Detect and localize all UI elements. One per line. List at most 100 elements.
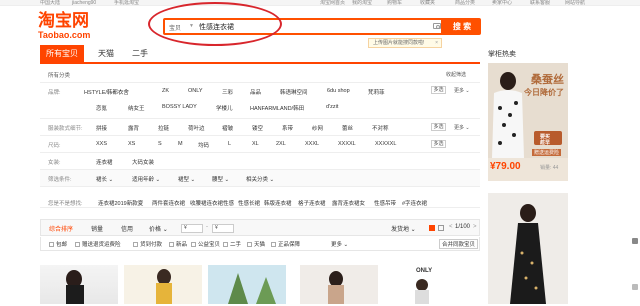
related-item[interactable]: 性感吊带 <box>374 199 396 207</box>
topnav-cart[interactable]: 购物车 <box>387 0 402 6</box>
related-item[interactable]: 连衣裙2019新款夏 <box>98 199 143 207</box>
size-option[interactable]: XXS <box>96 141 107 147</box>
tab-secondhand[interactable]: 二手 <box>128 45 152 62</box>
topnav-category[interactable]: 商品分类 <box>455 0 475 6</box>
checkbox-return-insurance[interactable]: 赠送退货运费险 <box>75 240 121 248</box>
scroll-icon[interactable] <box>632 284 638 290</box>
style-option[interactable]: 镂空 <box>252 124 263 132</box>
price-min-input[interactable]: ¥ <box>181 224 203 233</box>
style-option[interactable]: 露背 <box>128 124 139 132</box>
brand-option[interactable]: 纳女王 <box>128 104 145 112</box>
checkbox-new[interactable]: 新品 <box>169 240 187 248</box>
sort-sales[interactable]: 销量 <box>91 224 103 233</box>
brand-option[interactable]: 6du shop <box>327 88 350 94</box>
sort-default[interactable]: 综合排序 <box>49 224 73 233</box>
size-option[interactable]: XL <box>252 141 259 147</box>
hot-sale-card[interactable]: 桑蚕丝 今日降价了 要买 趁早 赠送运费险 ¥79.00 销量: 44 <box>488 63 568 181</box>
product-card[interactable]: ONLY <box>376 265 454 304</box>
brand-option[interactable]: 梵莉菲 <box>368 88 385 96</box>
style-option[interactable]: 褶皱 <box>222 124 233 132</box>
size-option[interactable]: XXXXL <box>338 141 356 147</box>
breadcrumb[interactable]: 所有分类 <box>48 71 70 79</box>
size-option[interactable]: XS <box>128 141 135 147</box>
brand-option[interactable]: d'zzit <box>326 104 338 110</box>
brand-option[interactable]: HANFARMLAND/韩田 <box>250 104 304 112</box>
close-icon[interactable]: × <box>435 39 438 47</box>
product-card[interactable] <box>208 265 286 304</box>
search-button[interactable]: 搜 索 <box>443 18 481 35</box>
sort-price[interactable]: 价格 ⌄ <box>149 224 168 233</box>
more-button[interactable]: 更多 ⌄ <box>454 87 470 94</box>
topnav-service[interactable]: 联系客服 <box>530 0 550 6</box>
checkbox-charity[interactable]: 公益宝贝 <box>191 240 220 248</box>
condition-dropdown[interactable]: 相关分类 ⌄ <box>246 175 274 183</box>
mobile-link[interactable]: 手机逛淘宝 <box>114 0 139 6</box>
brand-option[interactable]: 三彩 <box>222 88 233 96</box>
style-option[interactable]: 纱网 <box>312 124 323 132</box>
related-item[interactable]: 两件套连衣裙 <box>152 199 185 207</box>
price-max-input[interactable]: ¥ <box>212 224 234 233</box>
related-item[interactable]: #字连衣裙 <box>402 199 427 207</box>
prev-page-button[interactable]: < <box>449 224 453 230</box>
size-option[interactable]: 2XL <box>276 141 286 147</box>
multi-select-button[interactable]: 多选 <box>431 140 446 148</box>
hot-sale-card[interactable] <box>488 193 568 304</box>
brand-option[interactable]: 学楼儿 <box>216 104 233 112</box>
checkbox-cod[interactable]: 货到付款 <box>133 240 162 248</box>
brand-option[interactable]: BOSSY LADY <box>162 104 197 110</box>
size-option[interactable]: XXXL <box>305 141 319 147</box>
related-item[interactable]: 韩版连衣裙 <box>264 199 292 207</box>
women-option[interactable]: 连衣裙 <box>96 158 113 166</box>
region-link[interactable]: 中国大陆 <box>40 0 60 6</box>
condition-dropdown[interactable]: 裙长 ⌄ <box>96 175 113 183</box>
multi-select-button[interactable]: 多选 <box>431 86 446 94</box>
style-option[interactable]: 不对称 <box>372 124 389 132</box>
size-option[interactable]: 均码 <box>198 141 209 149</box>
more-button[interactable]: 更多 ⌄ <box>454 124 470 131</box>
size-option[interactable]: XXXXXL <box>375 141 396 147</box>
checkbox-genuine[interactable]: 正品保障 <box>271 240 300 248</box>
checkbox-tmall[interactable]: 天猫 <box>247 240 265 248</box>
condition-dropdown[interactable]: 裙型 ⌄ <box>178 175 195 183</box>
style-option[interactable]: 蕾丝 <box>342 124 353 132</box>
size-option[interactable]: S <box>158 141 162 147</box>
topnav-my[interactable]: 我的淘宝 <box>352 0 372 6</box>
brand-option[interactable]: 韩语琳空间 <box>280 88 308 96</box>
related-item[interactable]: 收腰裙连衣裙性感 <box>190 199 234 207</box>
checkbox-secondhand[interactable]: 二手 <box>223 240 241 248</box>
checkbox-free-shipping[interactable]: 包邮 <box>49 240 67 248</box>
condition-dropdown[interactable]: 适用年龄 ⌄ <box>132 175 160 183</box>
tab-tmall[interactable]: 天猫 <box>94 45 118 62</box>
grid-view-icon[interactable] <box>429 225 435 231</box>
brand-option[interactable]: HSTYLE/韩都衣舍 <box>84 88 129 96</box>
back-to-top-icon[interactable] <box>632 238 638 244</box>
size-option[interactable]: M <box>178 141 183 147</box>
related-item[interactable]: 露背连衣裙女 <box>332 199 365 207</box>
user-link[interactable]: jiacheng90 <box>72 0 96 6</box>
women-option[interactable]: 大码女装 <box>132 158 154 166</box>
merge-same-button[interactable]: 合并同款宝贝 <box>439 239 479 249</box>
topnav-seller[interactable]: 卖家中心 <box>492 0 512 6</box>
style-option[interactable]: 拉链 <box>158 124 169 132</box>
ship-from-dropdown[interactable]: 发货地 ⌄ <box>391 224 416 233</box>
brand-option[interactable]: 品品 <box>250 88 261 96</box>
style-option[interactable]: 系带 <box>282 124 293 132</box>
taobao-logo[interactable]: 淘宝网 Taobao.com <box>38 12 90 40</box>
brand-option[interactable]: ZK <box>162 88 169 94</box>
collapse-filter-link[interactable]: 收起筛选 <box>446 71 466 78</box>
style-option[interactable]: 荷叶边 <box>188 124 205 132</box>
related-item[interactable]: 格子连衣裙 <box>298 199 326 207</box>
brand-option[interactable]: 恋氪 <box>96 104 107 112</box>
multi-select-button[interactable]: 多选 <box>431 123 446 131</box>
brand-option[interactable]: ONLY <box>188 88 203 94</box>
product-card[interactable] <box>124 265 202 304</box>
tab-all[interactable]: 所有宝贝 <box>40 45 84 62</box>
topnav-home[interactable]: 淘宝网首页 <box>320 0 345 6</box>
topnav-favorites[interactable]: 收藏夹 <box>420 0 435 6</box>
topnav-sitemap[interactable]: 网站导航 <box>565 0 585 6</box>
more-checkbox-options[interactable]: 更多 ⌄ <box>331 240 348 248</box>
product-card[interactable] <box>300 265 378 304</box>
style-option[interactable]: 拼接 <box>96 124 107 132</box>
list-view-icon[interactable] <box>438 225 444 231</box>
condition-dropdown[interactable]: 腰型 ⌄ <box>212 175 229 183</box>
